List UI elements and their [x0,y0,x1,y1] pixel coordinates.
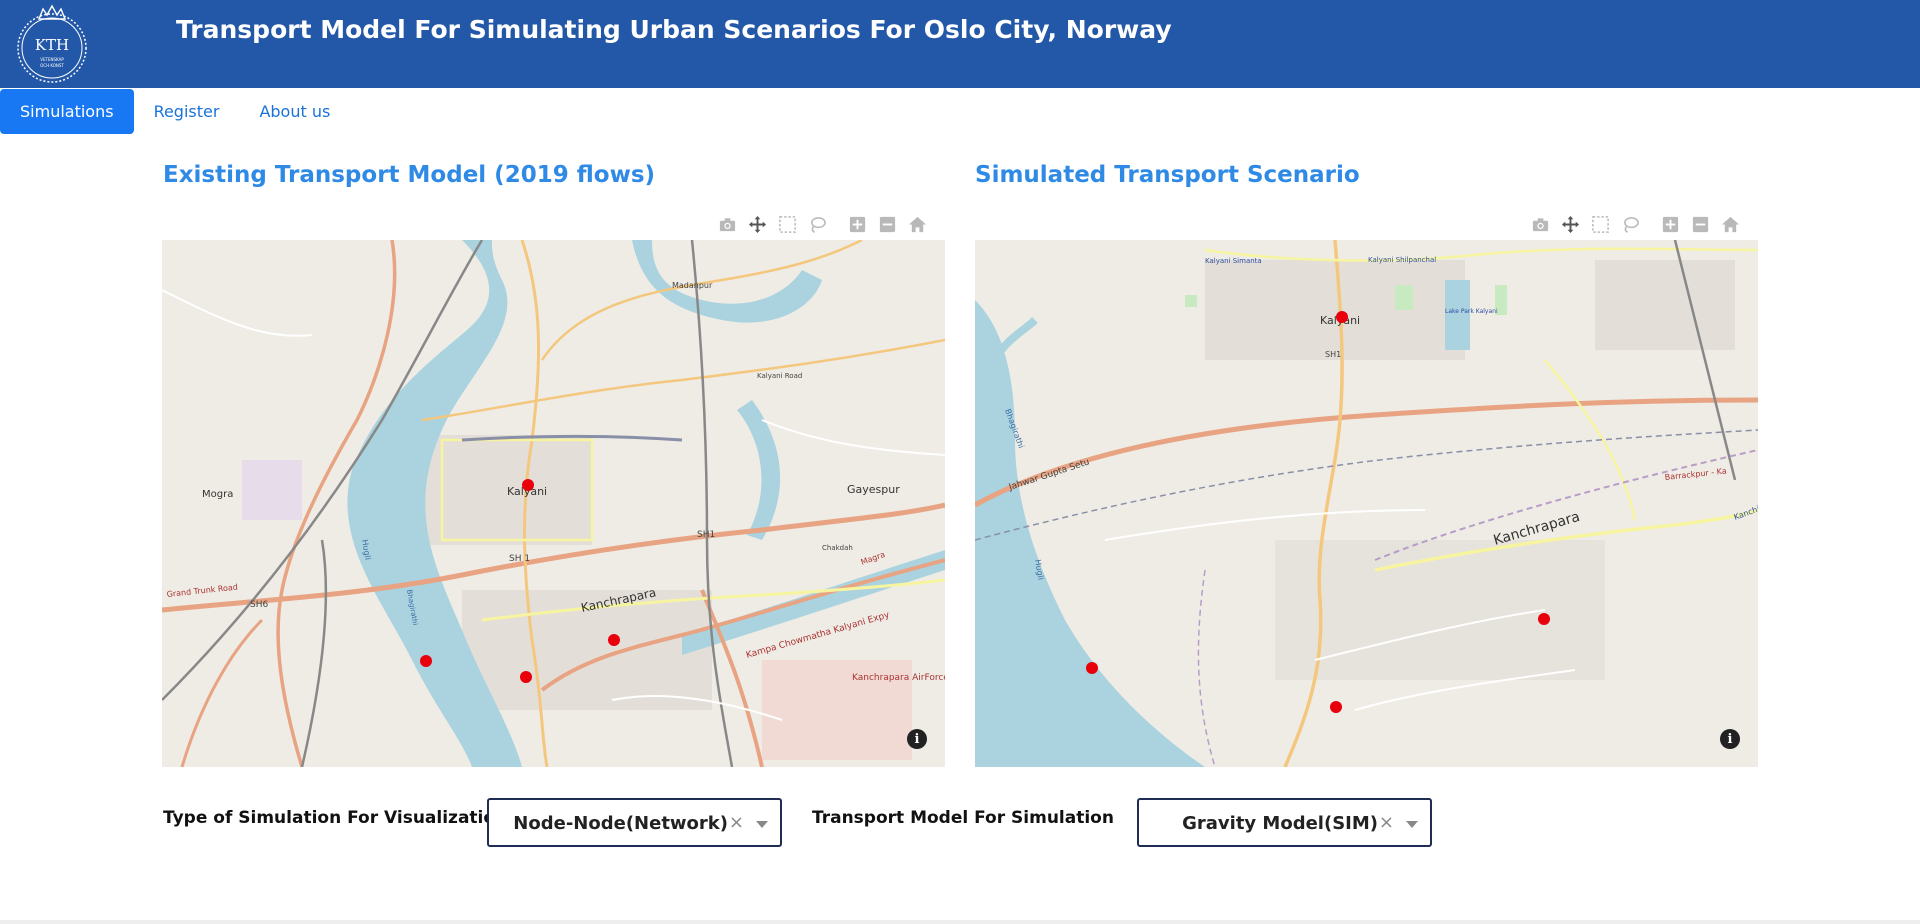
camera-icon[interactable] [1525,212,1555,236]
kth-logo: KTH VETENSKAP OCH KONST [15,3,89,86]
svg-text:Kanchrapara AirForce Area: Kanchrapara AirForce Area [852,673,945,683]
svg-text:Lake Park Kalyani: Lake Park Kalyani [1445,308,1498,315]
simulated-map-tiles: Kalyani Kanchrapara Kalyani Simanta Kaly… [975,240,1758,767]
svg-text:SH1: SH1 [1325,350,1341,359]
nav-simulations[interactable]: Simulations [0,89,134,134]
map-marker[interactable] [608,634,620,646]
existing-transport-map[interactable]: Kalyani Kanchrapara Gayespur Mogra SH 1 … [162,240,945,767]
info-icon[interactable]: i [907,729,927,749]
zoom-in-icon[interactable] [842,212,872,236]
pan-icon[interactable] [742,212,772,236]
svg-text:VETENSKAP: VETENSKAP [40,57,64,62]
footer-divider [0,920,1920,924]
box-select-icon[interactable] [1585,212,1615,236]
info-icon[interactable]: i [1720,729,1740,749]
svg-text:SH 1: SH 1 [509,554,530,564]
map-marker[interactable] [522,479,534,491]
clear-icon[interactable]: × [729,812,744,833]
svg-text:SH1: SH1 [697,530,715,540]
nav-register[interactable]: Register [134,89,240,134]
nav-about-us[interactable]: About us [239,89,350,134]
existing-model-title: Existing Transport Model (2019 flows) [163,162,656,188]
existing-map-tiles: Kalyani Kanchrapara Gayespur Mogra SH 1 … [162,240,945,767]
zoom-in-icon[interactable] [1655,212,1685,236]
zoom-out-icon[interactable] [1685,212,1715,236]
simulated-scenario-title: Simulated Transport Scenario [975,162,1360,188]
svg-text:Kalyani Simanta: Kalyani Simanta [1205,257,1262,265]
app-header: KTH VETENSKAP OCH KONST Transport Model … [0,0,1920,88]
camera-icon[interactable] [712,212,742,236]
transport-model-select[interactable]: Gravity Model(SIM) × [1137,798,1432,847]
svg-text:Madanpur: Madanpur [672,281,713,290]
lasso-select-icon[interactable] [802,212,832,236]
simulated-map-modebar [1525,212,1745,236]
svg-text:SH6: SH6 [250,600,268,610]
simulation-type-value: Node-Node(Network) [513,813,728,834]
reset-home-icon[interactable] [902,212,932,236]
main-nav: Simulations Register About us [0,89,350,134]
chevron-down-icon[interactable] [1406,821,1418,828]
map-marker[interactable] [1086,662,1098,674]
svg-text:Gayespur: Gayespur [847,483,900,496]
transport-model-value: Gravity Model(SIM) [1182,813,1378,834]
simulation-type-select[interactable]: Node-Node(Network) × [487,798,782,847]
simulated-transport-map[interactable]: Kalyani Kanchrapara Kalyani Simanta Kaly… [975,240,1758,767]
zoom-out-icon[interactable] [872,212,902,236]
map-marker[interactable] [420,655,432,667]
existing-map-modebar [712,212,932,236]
clear-icon[interactable]: × [1379,812,1394,833]
svg-text:Kalyani Road: Kalyani Road [757,372,802,380]
transport-model-label: Transport Model For Simulation [812,808,1114,828]
box-select-icon[interactable] [772,212,802,236]
map-marker[interactable] [1336,311,1348,323]
svg-text:KTH: KTH [35,36,69,54]
svg-text:Kalyani Shilpanchal: Kalyani Shilpanchal [1368,256,1436,264]
map-marker[interactable] [520,671,532,683]
svg-text:Chakdah: Chakdah [822,544,853,552]
simulation-type-label: Type of Simulation For Visualization [163,808,508,828]
chevron-down-icon[interactable] [756,821,768,828]
lasso-select-icon[interactable] [1615,212,1645,236]
map-marker[interactable] [1330,701,1342,713]
svg-text:OCH KONST: OCH KONST [40,63,64,68]
map-marker[interactable] [1538,613,1550,625]
app-title: Transport Model For Simulating Urban Sce… [176,15,1172,44]
svg-text:Mogra: Mogra [202,489,233,500]
pan-icon[interactable] [1555,212,1585,236]
reset-home-icon[interactable] [1715,212,1745,236]
